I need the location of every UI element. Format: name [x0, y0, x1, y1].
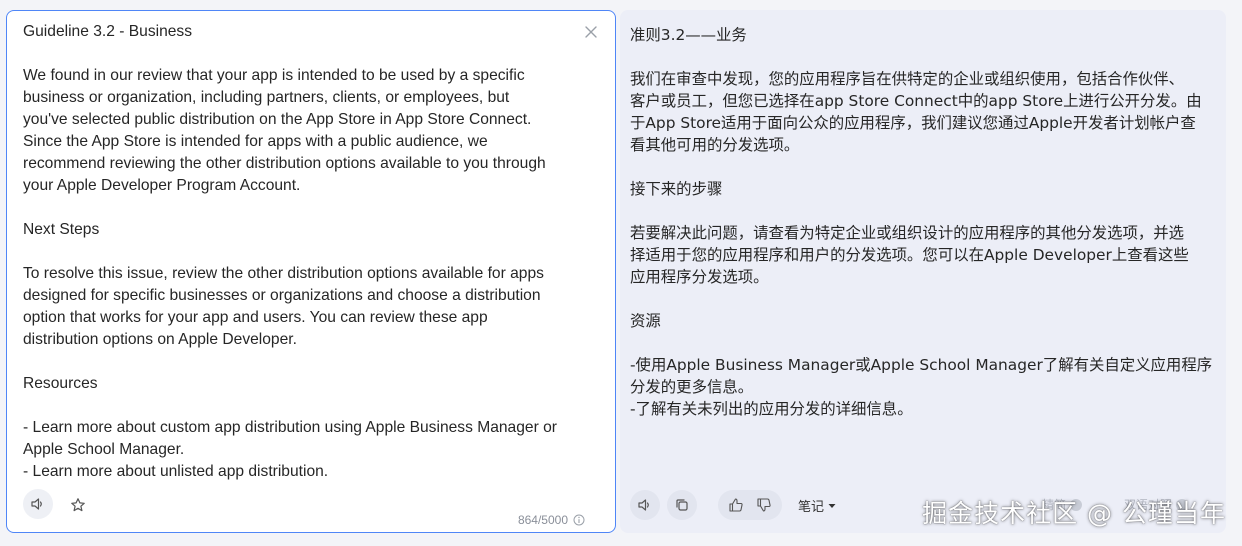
- speak-translation-button[interactable]: [630, 490, 660, 520]
- copy-button[interactable]: [667, 490, 697, 520]
- source-text[interactable]: Guideline 3.2 - Business We found in our…: [23, 21, 583, 483]
- source-text-panel[interactable]: Guideline 3.2 - Business We found in our…: [6, 10, 616, 533]
- thumbs-down-icon[interactable]: [756, 497, 772, 513]
- info-icon[interactable]: [573, 514, 585, 526]
- favorite-button[interactable]: [66, 493, 90, 517]
- caret-down-icon: [828, 503, 836, 508]
- speaker-icon: [31, 498, 42, 510]
- note-dropdown[interactable]: 笔记: [798, 496, 836, 515]
- close-icon[interactable]: [583, 24, 599, 40]
- translation-text: 准则3.2——业务 我们在审查中发现，您的应用程序旨在供特定的企业或组织使用，包…: [630, 26, 1213, 418]
- watermark: 掘金技术社区 @ 公瑾当年: [922, 499, 1226, 528]
- source-toolbar: 864/5000: [21, 489, 601, 527]
- feedback-pill: [718, 490, 782, 520]
- char-count: 864/5000: [518, 513, 585, 527]
- char-count-text: 864/5000: [517, 513, 568, 527]
- speak-source-button[interactable]: [23, 489, 53, 519]
- speaker-icon: [638, 499, 649, 511]
- note-label: 笔记: [798, 500, 825, 515]
- thumbs-up-icon[interactable]: [728, 497, 744, 513]
- copy-icon: [676, 499, 688, 511]
- star-icon: [71, 498, 85, 512]
- translation-panel: 准则3.2——业务 我们在审查中发现，您的应用程序旨在供特定的企业或组织使用，包…: [620, 10, 1226, 533]
